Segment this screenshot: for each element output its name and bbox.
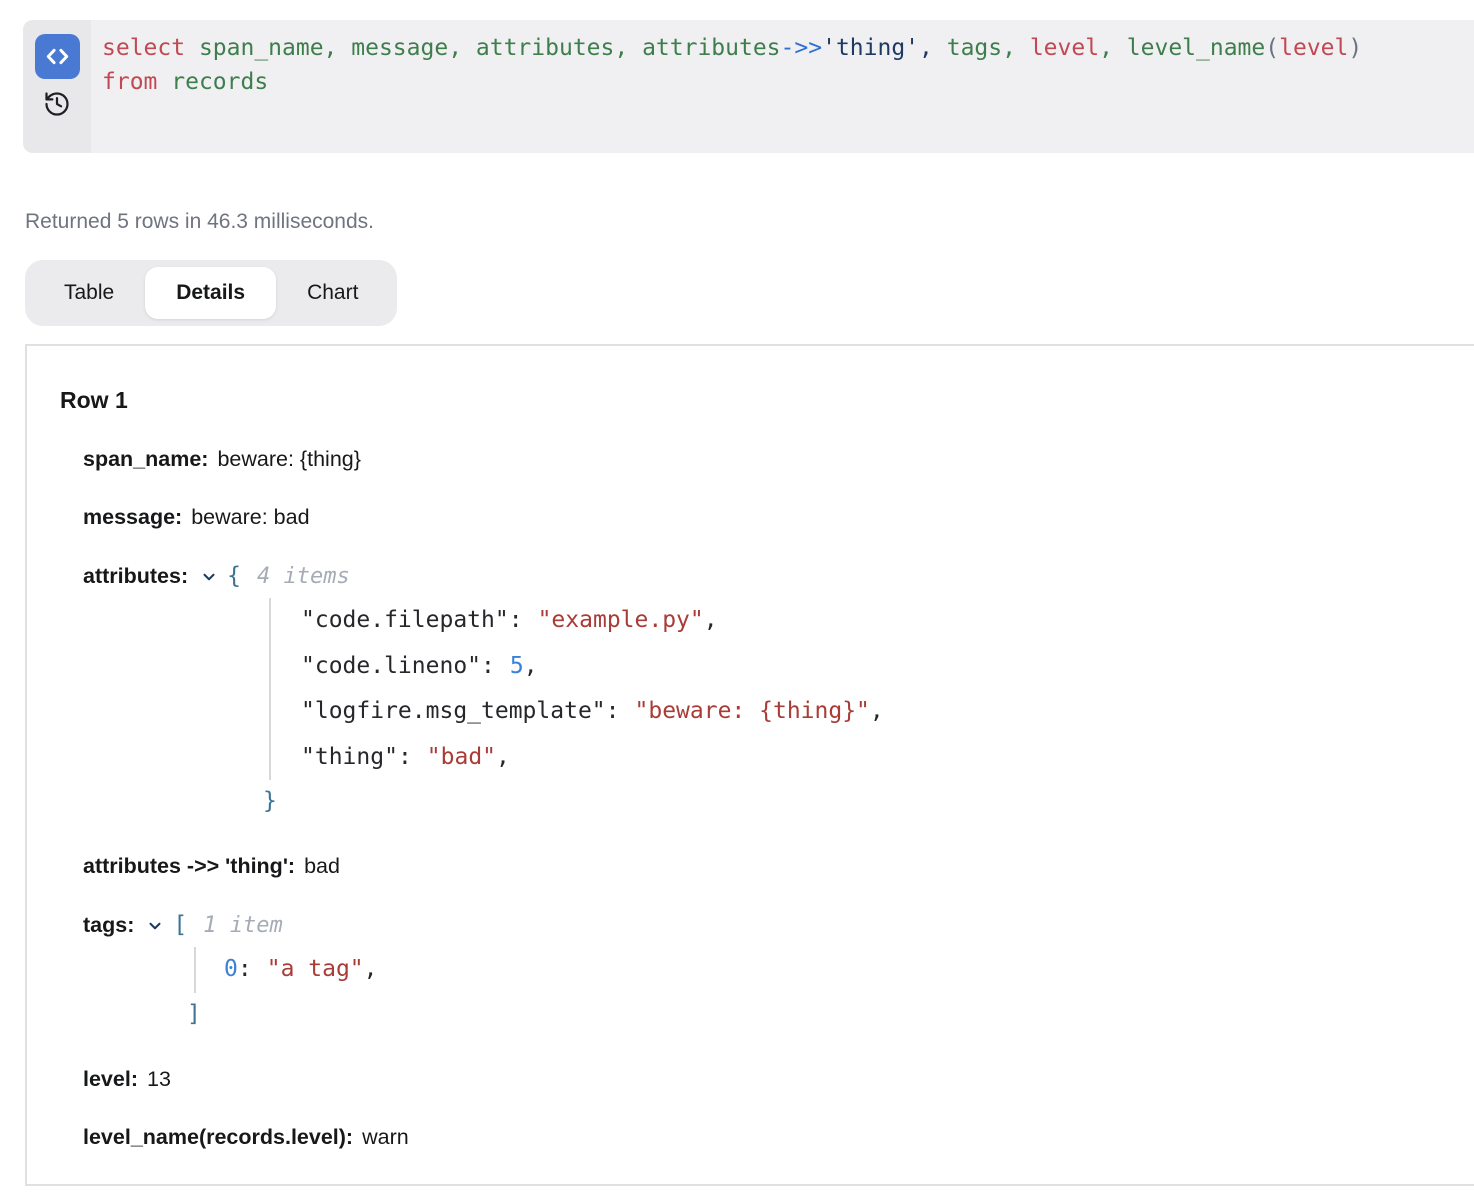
sql-token: from [102, 69, 171, 95]
json-value: "example.py" [538, 607, 704, 633]
chevron-down-icon[interactable] [146, 917, 164, 935]
result-tab-group: Table Details Chart [25, 260, 397, 326]
code-button[interactable] [35, 34, 80, 79]
json-comma: , [524, 653, 538, 679]
sql-token: 'thing' [822, 35, 919, 61]
field-label: span_name: [83, 447, 208, 471]
history-icon [43, 90, 71, 118]
json-value: "bad" [427, 744, 496, 770]
json-comma: , [496, 744, 510, 770]
json-colon: : [398, 744, 412, 770]
sql-token: attributes, [476, 35, 642, 61]
json-items-count: 1 item [203, 913, 282, 938]
field-value: 13 [147, 1067, 171, 1091]
json-index: 0 [224, 956, 238, 982]
json-row: "code.lineno":5, [301, 644, 1450, 690]
sql-token: tags, [947, 35, 1030, 61]
json-key: "code.filepath" [301, 607, 509, 633]
details-panel: Row 1 span_name: beware: {thing} message:… [25, 344, 1474, 1186]
field-value: beware: {thing} [217, 447, 360, 471]
json-items-count: 4 items [257, 564, 350, 589]
code-icon [44, 43, 71, 70]
json-key: "thing" [301, 744, 398, 770]
tab-details[interactable]: Details [145, 267, 276, 319]
sql-token: ) [1348, 35, 1362, 61]
row-title: Row 1 [60, 387, 1450, 414]
json-row: "code.filepath": "example.py", [301, 598, 1450, 644]
field-attributes: attributes: { 4 items "code.filepath": "e… [83, 563, 1450, 821]
field-span-name: span_name: beware: {thing} [83, 447, 1450, 472]
field-message: message: beware: bad [83, 505, 1450, 530]
sql-token: attributes [642, 35, 780, 61]
json-colon: : [509, 607, 523, 633]
field-value: beware: bad [191, 505, 309, 529]
field-label: level: [83, 1067, 138, 1091]
json-open-brace: { [227, 563, 241, 589]
json-comma: , [704, 607, 718, 633]
json-colon: : [481, 653, 495, 679]
sql-token: level [1279, 35, 1348, 61]
tab-chart[interactable]: Chart [276, 267, 389, 319]
json-comma: , [364, 956, 378, 982]
sql-token: , [1099, 35, 1127, 61]
json-colon: : [606, 698, 620, 724]
sql-token: level [1030, 35, 1099, 61]
json-open-bracket: [ [173, 912, 187, 938]
sql-line-1: select span_name, message, attributes, a… [102, 32, 1362, 66]
tab-table[interactable]: Table [33, 267, 145, 319]
sql-token: level_name [1127, 35, 1265, 61]
field-value: warn [362, 1125, 409, 1149]
json-key: "logfire.msg_template" [301, 698, 606, 724]
field-level-name: level_name(records.level): warn [83, 1125, 1450, 1150]
json-value: "beware: {thing}" [635, 698, 870, 724]
json-key: "code.lineno" [301, 653, 481, 679]
editor-gutter [23, 20, 91, 153]
sql-token: , [919, 35, 947, 61]
sql-code-input[interactable]: select span_name, message, attributes, a… [91, 20, 1362, 153]
sql-token: ( [1265, 35, 1279, 61]
json-value: 5 [510, 653, 524, 679]
json-colon: : [238, 956, 252, 982]
json-row: 0: "a tag", [224, 947, 1450, 993]
field-list: span_name: beware: {thing} message: beware… [83, 447, 1450, 1150]
field-label: attributes: [83, 564, 188, 589]
history-button[interactable] [42, 90, 72, 120]
json-value: "a tag" [267, 956, 364, 982]
field-label: attributes ->> 'thing': [83, 854, 295, 878]
sql-token: message, [351, 35, 476, 61]
field-tags: tags: [ 1 item 0: "a tag", ] [83, 912, 1450, 1034]
field-label: level_name(records.level): [83, 1125, 353, 1149]
json-close-bracket: ] [187, 995, 1450, 1034]
sql-line-2: from records [102, 66, 1362, 100]
json-row: "thing": "bad", [301, 735, 1450, 781]
field-label: message: [83, 505, 182, 529]
field-value: bad [304, 854, 340, 878]
field-label: tags: [83, 913, 134, 938]
json-children: "code.filepath": "example.py", "code.line… [269, 598, 1450, 780]
json-row: "logfire.msg_template": "beware: {thing}"… [301, 689, 1450, 735]
chevron-down-icon[interactable] [200, 568, 218, 586]
sql-token: span_name, [199, 35, 351, 61]
json-comma: , [870, 698, 884, 724]
field-attributes-thing: attributes ->> 'thing': bad [83, 854, 1450, 879]
query-status-text: Returned 5 rows in 46.3 milliseconds. [25, 210, 1474, 234]
field-level: level: 13 [83, 1067, 1450, 1092]
json-children: 0: "a tag", [194, 947, 1450, 993]
sql-token: ->> [781, 35, 823, 61]
json-close-brace: } [263, 782, 1450, 821]
sql-token: records [171, 69, 268, 95]
sql-token: select [102, 35, 199, 61]
sql-editor-bar: select span_name, message, attributes, a… [23, 20, 1474, 153]
